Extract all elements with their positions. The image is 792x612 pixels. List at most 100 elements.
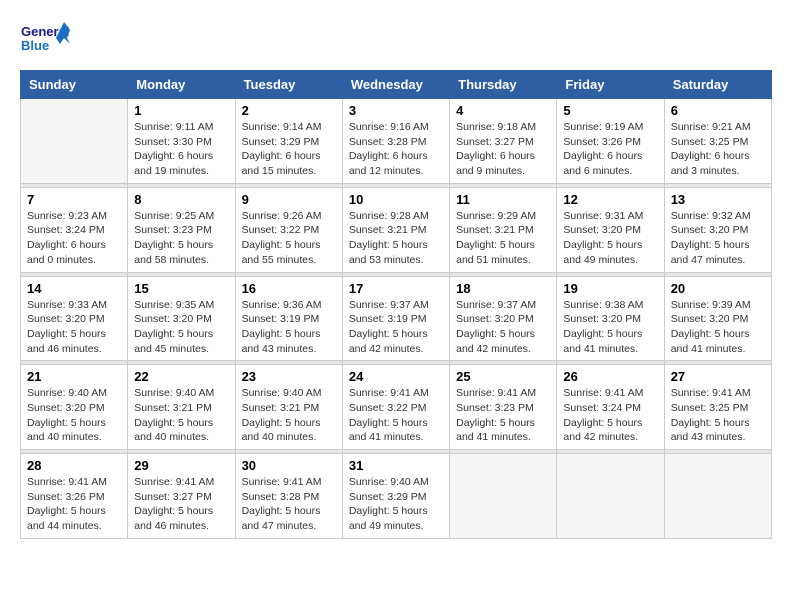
calendar-day: 31Sunrise: 9:40 AMSunset: 3:29 PMDayligh… [342, 454, 449, 539]
day-info: Sunrise: 9:16 AMSunset: 3:28 PMDaylight:… [349, 120, 443, 179]
day-number: 14 [27, 281, 121, 296]
calendar-week-1: 1 Sunrise: 9:11 AMSunset: 3:30 PMDaylight… [21, 99, 772, 184]
calendar-day: 21 Sunrise: 9:40 AMSunset: 3:20 PMDayligh… [21, 365, 128, 450]
day-number: 2 [242, 103, 336, 118]
day-info: Sunrise: 9:41 AMSunset: 3:23 PMDaylight:… [456, 386, 550, 445]
header-monday: Monday [128, 71, 235, 99]
day-info: Sunrise: 9:29 AMSunset: 3:21 PMDaylight:… [456, 209, 550, 268]
day-info: Sunrise: 9:35 AMSunset: 3:20 PMDaylight:… [134, 298, 228, 357]
calendar-day: 11 Sunrise: 9:29 AMSunset: 3:21 PMDayligh… [450, 187, 557, 272]
day-number: 4 [456, 103, 550, 118]
day-info: Sunrise: 9:37 AMSunset: 3:20 PMDaylight:… [456, 298, 550, 357]
calendar-day: 18 Sunrise: 9:37 AMSunset: 3:20 PMDayligh… [450, 276, 557, 361]
day-info: Sunrise: 9:19 AMSunset: 3:26 PMDaylight:… [563, 120, 657, 179]
calendar-week-3: 14 Sunrise: 9:33 AMSunset: 3:20 PMDayligh… [21, 276, 772, 361]
day-info: Sunrise: 9:14 AMSunset: 3:29 PMDaylight:… [242, 120, 336, 179]
calendar-table: SundayMondayTuesdayWednesdayThursdayFrid… [20, 70, 772, 539]
calendar-day: 17 Sunrise: 9:37 AMSunset: 3:19 PMDayligh… [342, 276, 449, 361]
page-header: General Blue [20, 20, 772, 62]
day-info: Sunrise: 9:23 AMSunset: 3:24 PMDaylight:… [27, 209, 121, 268]
day-number: 27 [671, 369, 765, 384]
day-info: Sunrise: 9:41 AMSunset: 3:26 PMDaylight:… [27, 475, 121, 534]
calendar-day: 26 Sunrise: 9:41 AMSunset: 3:24 PMDayligh… [557, 365, 664, 450]
day-number: 16 [242, 281, 336, 296]
calendar-day: 16 Sunrise: 9:36 AMSunset: 3:19 PMDayligh… [235, 276, 342, 361]
calendar-day: 28 Sunrise: 9:41 AMSunset: 3:26 PMDayligh… [21, 454, 128, 539]
day-info: Sunrise: 9:36 AMSunset: 3:19 PMDaylight:… [242, 298, 336, 357]
day-info: Sunrise: 9:33 AMSunset: 3:20 PMDaylight:… [27, 298, 121, 357]
calendar-day: 14 Sunrise: 9:33 AMSunset: 3:20 PMDayligh… [21, 276, 128, 361]
day-info: Sunrise: 9:11 AMSunset: 3:30 PMDaylight:… [134, 120, 228, 179]
day-info: Sunrise: 9:41 AMSunset: 3:22 PMDaylight:… [349, 386, 443, 445]
header-saturday: Saturday [664, 71, 771, 99]
day-info: Sunrise: 9:41 AMSunset: 3:27 PMDaylight:… [134, 475, 228, 534]
calendar-day: 10 Sunrise: 9:28 AMSunset: 3:21 PMDayligh… [342, 187, 449, 272]
day-number: 25 [456, 369, 550, 384]
calendar-day [664, 454, 771, 539]
calendar-day: 30 Sunrise: 9:41 AMSunset: 3:28 PMDayligh… [235, 454, 342, 539]
calendar-day: 13Sunrise: 9:32 AMSunset: 3:20 PMDayligh… [664, 187, 771, 272]
day-number: 20 [671, 281, 765, 296]
day-number: 26 [563, 369, 657, 384]
day-info: Sunrise: 9:37 AMSunset: 3:19 PMDaylight:… [349, 298, 443, 357]
calendar-day: 1 Sunrise: 9:11 AMSunset: 3:30 PMDaylight… [128, 99, 235, 184]
day-info: Sunrise: 9:39 AMSunset: 3:20 PMDaylight:… [671, 298, 765, 357]
calendar-day: 4 Sunrise: 9:18 AMSunset: 3:27 PMDaylight… [450, 99, 557, 184]
day-info: Sunrise: 9:18 AMSunset: 3:27 PMDaylight:… [456, 120, 550, 179]
calendar-day: 2 Sunrise: 9:14 AMSunset: 3:29 PMDaylight… [235, 99, 342, 184]
logo-svg: General Blue [20, 20, 70, 62]
svg-text:Blue: Blue [21, 38, 49, 53]
header-sunday: Sunday [21, 71, 128, 99]
day-info: Sunrise: 9:25 AMSunset: 3:23 PMDaylight:… [134, 209, 228, 268]
calendar-day [21, 99, 128, 184]
calendar-day: 6Sunrise: 9:21 AMSunset: 3:25 PMDaylight… [664, 99, 771, 184]
day-number: 10 [349, 192, 443, 207]
day-number: 23 [242, 369, 336, 384]
calendar-day: 8 Sunrise: 9:25 AMSunset: 3:23 PMDaylight… [128, 187, 235, 272]
day-number: 9 [242, 192, 336, 207]
day-info: Sunrise: 9:41 AMSunset: 3:25 PMDaylight:… [671, 386, 765, 445]
calendar-header-row: SundayMondayTuesdayWednesdayThursdayFrid… [21, 71, 772, 99]
header-tuesday: Tuesday [235, 71, 342, 99]
day-number: 24 [349, 369, 443, 384]
header-friday: Friday [557, 71, 664, 99]
day-number: 12 [563, 192, 657, 207]
day-number: 19 [563, 281, 657, 296]
day-info: Sunrise: 9:38 AMSunset: 3:20 PMDaylight:… [563, 298, 657, 357]
day-info: Sunrise: 9:40 AMSunset: 3:29 PMDaylight:… [349, 475, 443, 534]
day-info: Sunrise: 9:40 AMSunset: 3:20 PMDaylight:… [27, 386, 121, 445]
day-number: 17 [349, 281, 443, 296]
calendar-week-4: 21 Sunrise: 9:40 AMSunset: 3:20 PMDayligh… [21, 365, 772, 450]
day-info: Sunrise: 9:28 AMSunset: 3:21 PMDaylight:… [349, 209, 443, 268]
day-info: Sunrise: 9:41 AMSunset: 3:28 PMDaylight:… [242, 475, 336, 534]
calendar-day: 3 Sunrise: 9:16 AMSunset: 3:28 PMDaylight… [342, 99, 449, 184]
day-number: 28 [27, 458, 121, 473]
calendar-day [557, 454, 664, 539]
header-wednesday: Wednesday [342, 71, 449, 99]
calendar-day: 22Sunrise: 9:40 AMSunset: 3:21 PMDayligh… [128, 365, 235, 450]
calendar-day: 20 Sunrise: 9:39 AMSunset: 3:20 PMDayligh… [664, 276, 771, 361]
day-number: 21 [27, 369, 121, 384]
calendar-day: 24 Sunrise: 9:41 AMSunset: 3:22 PMDayligh… [342, 365, 449, 450]
day-info: Sunrise: 9:41 AMSunset: 3:24 PMDaylight:… [563, 386, 657, 445]
day-number: 18 [456, 281, 550, 296]
day-number: 1 [134, 103, 228, 118]
calendar-day: 12 Sunrise: 9:31 AMSunset: 3:20 PMDayligh… [557, 187, 664, 272]
day-info: Sunrise: 9:31 AMSunset: 3:20 PMDaylight:… [563, 209, 657, 268]
day-number: 7 [27, 192, 121, 207]
day-number: 11 [456, 192, 550, 207]
calendar-day: 25 Sunrise: 9:41 AMSunset: 3:23 PMDayligh… [450, 365, 557, 450]
day-number: 15 [134, 281, 228, 296]
day-number: 13 [671, 192, 765, 207]
day-number: 30 [242, 458, 336, 473]
day-info: Sunrise: 9:40 AMSunset: 3:21 PMDaylight:… [134, 386, 228, 445]
calendar-day [450, 454, 557, 539]
day-number: 6 [671, 103, 765, 118]
day-number: 3 [349, 103, 443, 118]
calendar-day: 19 Sunrise: 9:38 AMSunset: 3:20 PMDayligh… [557, 276, 664, 361]
day-number: 5 [563, 103, 657, 118]
day-number: 8 [134, 192, 228, 207]
calendar-day: 5 Sunrise: 9:19 AMSunset: 3:26 PMDaylight… [557, 99, 664, 184]
calendar-day: 27 Sunrise: 9:41 AMSunset: 3:25 PMDayligh… [664, 365, 771, 450]
calendar-day: 29Sunrise: 9:41 AMSunset: 3:27 PMDayligh… [128, 454, 235, 539]
